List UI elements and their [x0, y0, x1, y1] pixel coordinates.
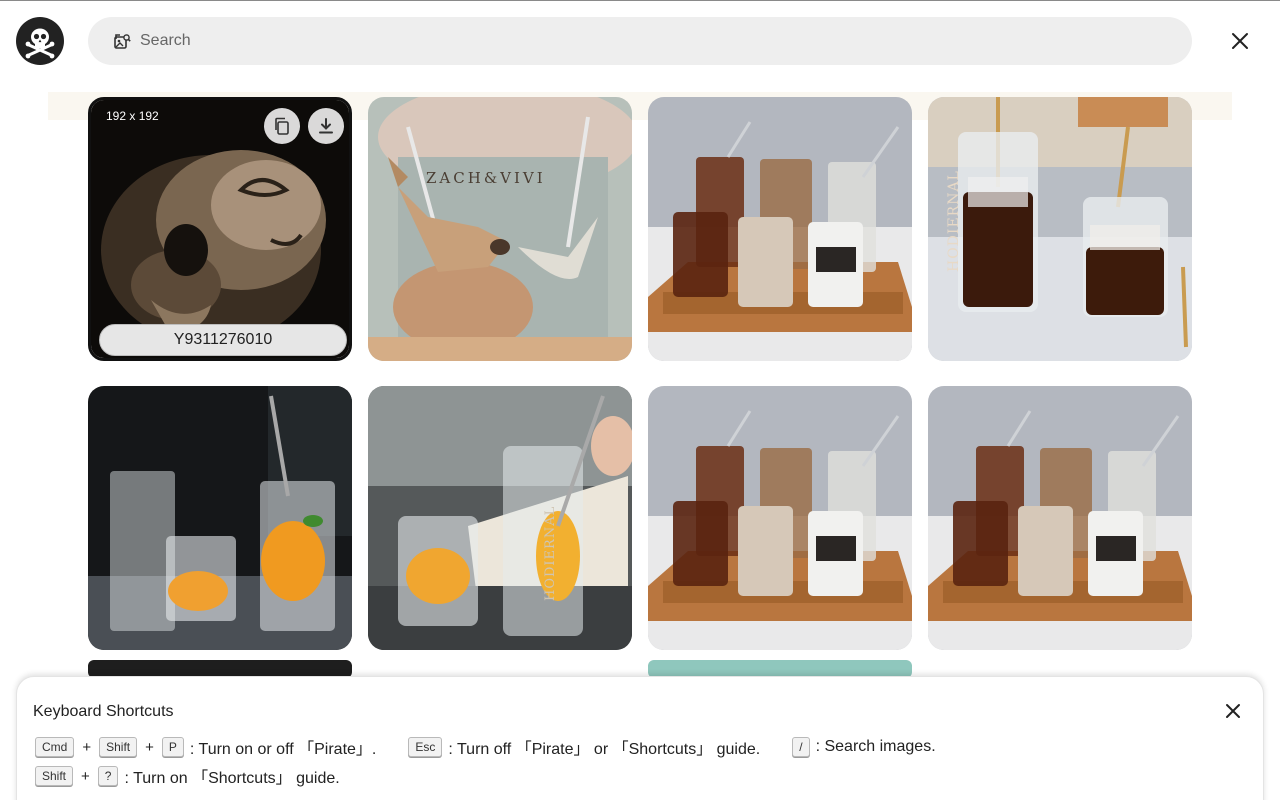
image-brand-text: ZACH&VIVI — [426, 169, 546, 187]
glasses-tray-image — [648, 97, 912, 361]
close-pirate-button[interactable] — [1224, 25, 1256, 57]
search-input[interactable] — [140, 32, 1140, 50]
glasses-tray-image — [928, 386, 1192, 650]
image-tile[interactable] — [928, 386, 1192, 650]
key-cmd: Cmd — [35, 737, 75, 757]
image-tile[interactable] — [648, 386, 912, 650]
top-border — [0, 0, 1280, 1]
image-dimensions: 192 x 192 — [106, 109, 159, 123]
close-icon — [1232, 33, 1248, 49]
plus-sign: + — [145, 738, 154, 756]
copy-button[interactable] — [264, 108, 300, 144]
key-p: P — [161, 737, 184, 757]
copy-icon — [275, 117, 289, 135]
plus-sign: + — [81, 767, 90, 785]
download-icon — [319, 118, 333, 134]
image-tile[interactable]: HODIERNAL — [368, 386, 632, 650]
key-shift: Shift — [35, 766, 74, 786]
shortcut-row: Shift + ? : Turn on 「Shortcuts」 guide. — [35, 764, 340, 788]
key-slash: / — [792, 737, 810, 757]
shortcut-description: : Turn off 「Pirate」 or 「Shortcuts」 guide… — [448, 741, 761, 758]
plus-sign: + — [82, 738, 92, 756]
image-tile[interactable]: 192 x 192 Y9311276010 — [88, 97, 352, 361]
image-tile[interactable] — [648, 97, 912, 361]
image-search-icon[interactable] — [112, 31, 132, 51]
download-button[interactable] — [308, 108, 344, 144]
shortcut-description: : Search images. — [815, 738, 936, 755]
shortcut-description: : Turn on or off 「Pirate」. — [189, 741, 377, 758]
iced-coffee-image — [928, 97, 1192, 361]
shortcut-description: : Turn on 「Shortcuts」 guide. — [124, 770, 340, 787]
skull-crossbones-icon — [25, 28, 55, 59]
image-brand-text: HODIERNAL — [543, 505, 558, 601]
model-deer-image — [368, 97, 632, 361]
image-brand-text: HODIERNAL — [946, 170, 962, 272]
image-tile[interactable]: HODIERNAL — [928, 97, 1192, 361]
close-icon — [1226, 704, 1240, 718]
pirate-logo[interactable] — [16, 17, 64, 65]
glasses-tray-image — [648, 386, 912, 650]
image-tile[interactable] — [88, 386, 352, 650]
key-question: ? — [97, 766, 119, 786]
key-esc: Esc — [408, 737, 443, 757]
hodiernal-glass-image — [368, 386, 632, 650]
key-shift: Shift — [99, 737, 138, 757]
search-bar[interactable] — [88, 17, 1192, 65]
image-tile[interactable]: ZACH&VIVI — [368, 97, 632, 361]
keyboard-shortcuts-panel: Keyboard Shortcuts Cmd + Shift + P : Tur… — [16, 676, 1264, 800]
close-shortcuts-button[interactable] — [1217, 695, 1249, 727]
orange-water-image — [88, 386, 352, 650]
shortcut-row: Cmd + Shift + P : Turn on or off 「Pirate… — [35, 735, 936, 759]
shortcuts-title: Keyboard Shortcuts — [33, 703, 174, 720]
product-code[interactable]: Y9311276010 — [99, 324, 347, 356]
